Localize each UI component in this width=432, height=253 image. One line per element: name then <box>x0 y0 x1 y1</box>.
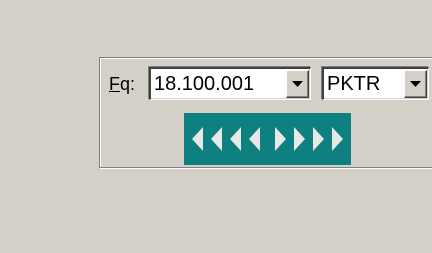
frequency-combobox[interactable]: 18.100.001 <box>149 67 311 100</box>
mode-dropdown-button[interactable] <box>404 70 427 98</box>
step-left-4-icon[interactable] <box>192 127 203 151</box>
mode-value[interactable]: PKTR <box>327 72 380 96</box>
tuning-arrows <box>192 127 343 151</box>
step-right-3-icon[interactable] <box>313 127 324 151</box>
step-left-1-icon[interactable] <box>249 127 260 151</box>
step-left-3-icon[interactable] <box>211 127 222 151</box>
step-right-4-icon[interactable] <box>332 127 343 151</box>
chevron-down-icon <box>410 81 421 87</box>
mode-combobox[interactable]: PKTR <box>322 67 429 100</box>
frequency-control-panel: Fq: 18.100.001 PKTR <box>99 57 432 169</box>
step-right-1-icon[interactable] <box>275 127 286 151</box>
step-left-2-icon[interactable] <box>230 127 241 151</box>
frequency-label-rest: q: <box>120 74 136 94</box>
frequency-label: Fq: <box>109 73 135 95</box>
step-right-2-icon[interactable] <box>294 127 305 151</box>
tuning-step-bar <box>184 113 351 165</box>
frequency-label-mnemonic: F <box>109 74 120 94</box>
frequency-value[interactable]: 18.100.001 <box>154 72 254 96</box>
frequency-dropdown-button[interactable] <box>286 70 309 98</box>
chevron-down-icon <box>292 81 303 87</box>
